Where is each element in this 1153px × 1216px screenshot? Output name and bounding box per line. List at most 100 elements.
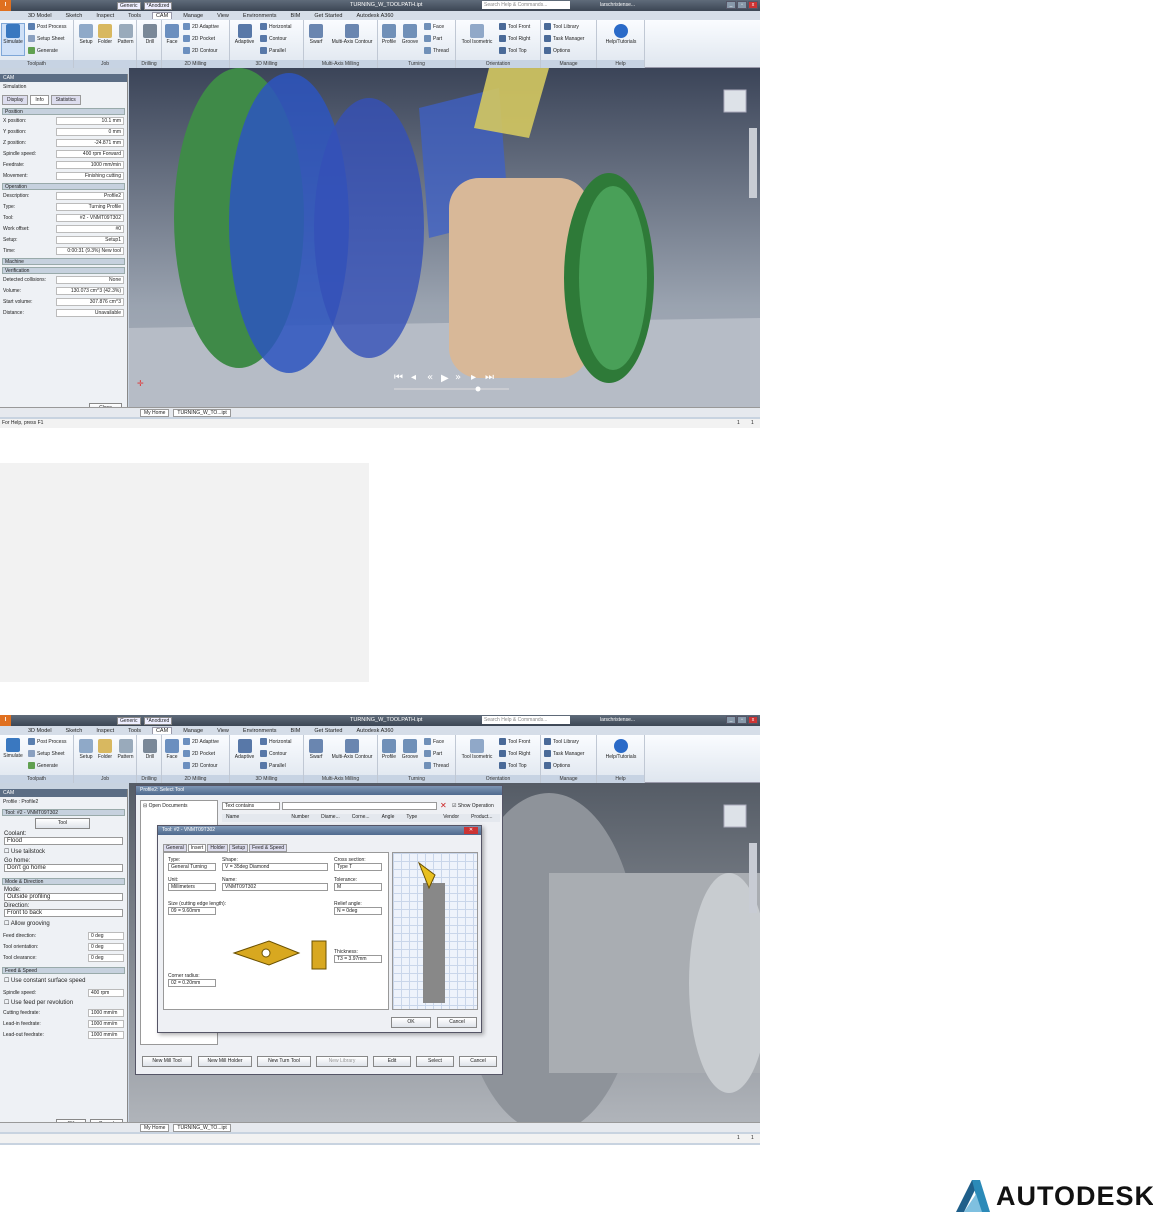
face-button[interactable]: Face — [163, 739, 181, 760]
style-combo[interactable]: Generic — [117, 1, 141, 10]
simulate-button[interactable]: Simulate — [1, 738, 25, 771]
tab-get-started[interactable]: Get Started — [311, 13, 345, 19]
drill-button[interactable]: Drill — [140, 739, 160, 760]
horizontal-button[interactable]: Horizontal — [260, 23, 292, 30]
play-icon[interactable]: ▶ — [441, 373, 449, 384]
go-start-icon[interactable]: ⏮ — [394, 372, 403, 383]
tab-bim[interactable]: BIM — [288, 728, 304, 734]
prev-icon[interactable]: ◂ — [411, 372, 416, 383]
tab-display[interactable]: Display — [2, 95, 29, 105]
mode-select[interactable]: Outside profiling — [4, 893, 123, 901]
operation-section-title[interactable]: Operation — [2, 183, 125, 190]
thread-button[interactable]: Thread — [424, 762, 449, 769]
tab-my-home[interactable]: My Home — [140, 408, 170, 417]
tree-root[interactable]: Open Documents — [149, 803, 188, 809]
unit-select[interactable]: Millimeters — [168, 883, 216, 891]
rewind-icon[interactable]: « — [427, 372, 433, 383]
task-manager-button[interactable]: Task Manager — [544, 750, 584, 757]
generate-button[interactable]: Generate — [28, 762, 58, 769]
post-process-button[interactable]: Post Process — [28, 23, 66, 30]
swarf-button[interactable]: Swarf — [306, 739, 326, 760]
leadin-feed-input[interactable]: 1000 mm/m — [88, 1019, 124, 1028]
folder-button[interactable]: Folder — [95, 24, 115, 45]
multi-axis-contour-button[interactable]: Multi-Axis Contour — [327, 24, 377, 45]
tab-3d-model[interactable]: 3D Model — [25, 728, 55, 734]
navigation-bar[interactable] — [749, 843, 757, 913]
turning-face-button[interactable]: Face — [424, 23, 444, 30]
select-cancel-button[interactable]: Cancel — [459, 1056, 497, 1067]
col-type[interactable]: Type — [406, 814, 417, 822]
user-name[interactable]: larschristense... — [600, 717, 635, 723]
3d-viewport[interactable]: ✛ ⏮ ◂ « ▶ » ▸ ⏭ — [129, 68, 760, 408]
filter-input[interactable] — [282, 802, 437, 810]
tool-library-button[interactable]: Tool Library — [544, 23, 579, 30]
gohome-select[interactable]: Don't go home — [4, 864, 123, 872]
tool-cancel-button[interactable]: Cancel — [437, 1017, 477, 1028]
options-button[interactable]: Options — [544, 762, 570, 769]
help-tutorials-button[interactable]: Help/Tutorials — [599, 24, 643, 45]
2d-pocket-button[interactable]: 2D Pocket — [183, 750, 215, 757]
simulate-button[interactable]: Simulate — [1, 23, 25, 56]
new-mill-holder-button[interactable]: New Mill Holder — [198, 1056, 252, 1067]
tab-get-started[interactable]: Get Started — [311, 728, 345, 734]
tab-tools[interactable]: Tools — [125, 728, 144, 734]
direction-select[interactable]: Front to back — [4, 909, 123, 917]
spindle-speed-input[interactable]: 400 rpm — [88, 988, 124, 997]
app-logo[interactable]: I — [0, 0, 11, 11]
viewcube-icon[interactable] — [723, 804, 747, 828]
col-angle[interactable]: Angle — [382, 814, 395, 822]
viewcube-icon[interactable] — [723, 89, 747, 113]
2d-contour-button[interactable]: 2D Contour — [183, 762, 218, 769]
cutting-feed-input[interactable]: 1000 mm/m — [88, 1008, 124, 1017]
tab-environments[interactable]: Environments — [240, 13, 280, 19]
feed-section-title[interactable]: Feed & Speed — [2, 967, 125, 974]
2d-pocket-button[interactable]: 2D Pocket — [183, 35, 215, 42]
tab-insert[interactable]: Insert — [187, 844, 207, 852]
timeline-handle[interactable] — [475, 386, 481, 392]
position-section-title[interactable]: Position — [2, 108, 125, 115]
col-corner[interactable]: Corne... — [352, 814, 370, 822]
setup-sheet-button[interactable]: Setup Sheet — [28, 750, 65, 757]
col-diameter[interactable]: Diame... — [321, 814, 340, 822]
tool-isometric-button[interactable]: Tool Isometric — [457, 24, 497, 45]
feed-direction-input[interactable]: 0 deg — [88, 931, 124, 940]
tab-a360[interactable]: Autodesk A360 — [353, 728, 396, 734]
verification-section-title[interactable]: Verification — [2, 267, 125, 274]
setup-sheet-button[interactable]: Setup Sheet — [28, 35, 65, 42]
parallel-button[interactable]: Parallel — [260, 47, 286, 54]
tab-cam[interactable]: CAM — [151, 727, 173, 734]
2d-contour-button[interactable]: 2D Contour — [183, 47, 218, 54]
generate-button[interactable]: Generate — [28, 47, 58, 54]
tab-environments[interactable]: Environments — [240, 728, 280, 734]
col-product[interactable]: Product... — [471, 814, 492, 822]
tab-manage[interactable]: Manage — [180, 13, 206, 19]
col-vendor[interactable]: Vendor — [443, 814, 459, 822]
tab-inspect[interactable]: Inspect — [93, 728, 117, 734]
tab-sketch[interactable]: Sketch — [63, 13, 86, 19]
close-button[interactable]: x — [748, 1, 758, 9]
groove-button[interactable]: Groove — [399, 24, 421, 45]
clear-filter-icon[interactable]: ✕ — [440, 801, 447, 810]
css-checkbox[interactable]: ☐ — [4, 978, 11, 984]
select-button[interactable]: Select — [416, 1056, 454, 1067]
fast-forward-icon[interactable]: » — [455, 372, 461, 383]
tool-isometric-button[interactable]: Tool Isometric — [457, 739, 497, 760]
turning-profile-button[interactable]: Profile — [379, 739, 399, 760]
new-turn-tool-button[interactable]: New Turn Tool — [257, 1056, 311, 1067]
cross-section-select[interactable]: Type T — [334, 863, 382, 871]
options-button[interactable]: Options — [544, 47, 570, 54]
go-end-icon[interactable]: ⏭ — [485, 372, 494, 383]
user-name[interactable]: larschristense... — [600, 2, 635, 8]
tab-holder[interactable]: Holder — [207, 844, 229, 852]
tab-setup[interactable]: Setup — [229, 844, 249, 852]
close-button[interactable]: x — [748, 716, 758, 724]
mode-section-title[interactable]: Mode & Direction — [2, 878, 125, 885]
search-input[interactable]: Search Help & Commands... — [482, 716, 570, 724]
filter-select[interactable]: Text contains — [222, 802, 280, 810]
horizontal-button[interactable]: Horizontal — [260, 738, 292, 745]
app-logo[interactable]: I — [0, 715, 11, 726]
tab-info[interactable]: Info — [30, 95, 49, 105]
tab-general[interactable]: General — [163, 844, 187, 852]
tab-tools[interactable]: Tools — [125, 13, 144, 19]
2d-adaptive-button[interactable]: 2D Adaptive — [183, 23, 219, 30]
